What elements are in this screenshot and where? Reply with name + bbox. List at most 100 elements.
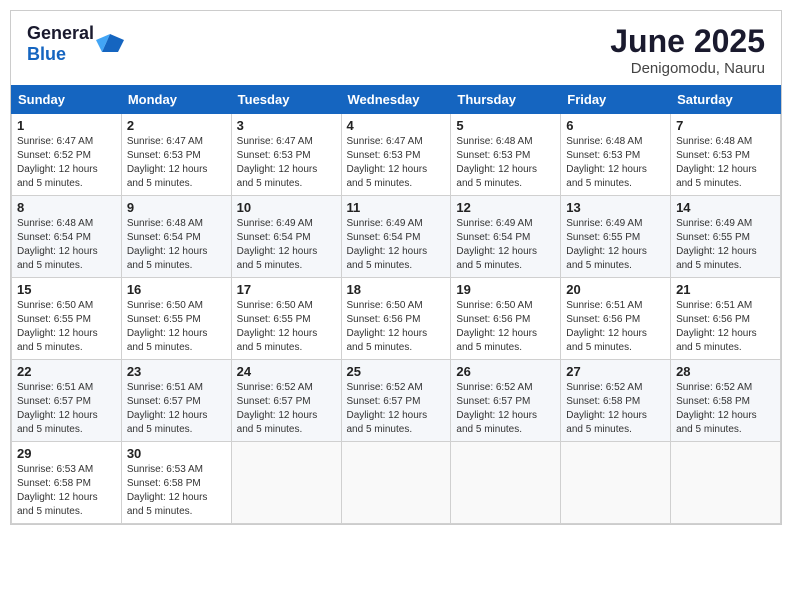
day-info: Sunrise: 6:52 AMSunset: 6:58 PMDaylight:…	[676, 381, 775, 437]
day-info: Sunrise: 6:52 AMSunset: 6:57 PMDaylight:…	[347, 381, 446, 437]
day-info: Sunrise: 6:49 AMSunset: 6:54 PMDaylight:…	[347, 217, 446, 273]
day-number: 3	[237, 118, 336, 133]
day-number: 18	[347, 282, 446, 297]
table-row: 30Sunrise: 6:53 AMSunset: 6:58 PMDayligh…	[121, 442, 231, 524]
col-wednesday: Wednesday	[341, 86, 451, 114]
logo-blue: Blue	[27, 44, 66, 64]
day-number: 20	[566, 282, 665, 297]
table-row: 22 Sunrise: 6:51 AMSunset: 6:57 PMDayligh…	[12, 360, 122, 442]
day-number: 27	[566, 364, 665, 379]
table-row: 18 Sunrise: 6:50 AMSunset: 6:56 PMDayligh…	[341, 278, 451, 360]
month-title: June 2025	[610, 23, 765, 60]
table-row: 23 Sunrise: 6:51 AMSunset: 6:57 PMDayligh…	[121, 360, 231, 442]
day-number: 12	[456, 200, 555, 215]
table-row	[231, 442, 341, 524]
day-info: Sunrise: 6:51 AMSunset: 6:56 PMDaylight:…	[676, 299, 775, 355]
table-row: 10 Sunrise: 6:49 AMSunset: 6:54 PMDayligh…	[231, 196, 341, 278]
table-row: 11 Sunrise: 6:49 AMSunset: 6:54 PMDayligh…	[341, 196, 451, 278]
table-row: 8Sunrise: 6:48 AMSunset: 6:54 PMDaylight…	[12, 196, 122, 278]
calendar-table: Sunday Monday Tuesday Wednesday Thursday…	[11, 85, 781, 524]
day-number: 5	[456, 118, 555, 133]
table-row: 25 Sunrise: 6:52 AMSunset: 6:57 PMDayligh…	[341, 360, 451, 442]
day-number: 9	[127, 200, 226, 215]
day-info: Sunrise: 6:51 AMSunset: 6:57 PMDaylight:…	[127, 381, 226, 437]
table-row: 19 Sunrise: 6:50 AMSunset: 6:56 PMDayligh…	[451, 278, 561, 360]
header: General Blue June 2025 Denigomodu, Nauru	[11, 11, 781, 85]
day-info: Sunrise: 6:50 AMSunset: 6:55 PMDaylight:…	[127, 299, 226, 355]
day-number: 8	[17, 200, 116, 215]
table-row	[671, 442, 781, 524]
day-number: 30	[127, 446, 226, 461]
day-info: Sunrise: 6:50 AMSunset: 6:56 PMDaylight:…	[456, 299, 555, 355]
table-row	[451, 442, 561, 524]
table-row: 6Sunrise: 6:48 AMSunset: 6:53 PMDaylight…	[561, 114, 671, 196]
day-info: Sunrise: 6:47 AMSunset: 6:53 PMDaylight:…	[347, 135, 446, 191]
table-row: 24Sunrise: 6:52 AMSunset: 6:57 PMDayligh…	[231, 360, 341, 442]
calendar-week-row: 29 Sunrise: 6:53 AMSunset: 6:58 PMDayligh…	[12, 442, 781, 524]
day-number: 13	[566, 200, 665, 215]
col-tuesday: Tuesday	[231, 86, 341, 114]
day-info: Sunrise: 6:49 AMSunset: 6:54 PMDaylight:…	[456, 217, 555, 273]
table-row: 4Sunrise: 6:47 AMSunset: 6:53 PMDaylight…	[341, 114, 451, 196]
day-info: Sunrise: 6:48 AMSunset: 6:54 PMDaylight:…	[127, 217, 226, 273]
table-row	[561, 442, 671, 524]
day-number: 21	[676, 282, 775, 297]
calendar-header-row: Sunday Monday Tuesday Wednesday Thursday…	[12, 86, 781, 114]
calendar-week-row: 8 Sunrise: 6:48 AMSunset: 6:54 PMDaylight…	[12, 196, 781, 278]
day-info: Sunrise: 6:50 AMSunset: 6:56 PMDaylight:…	[347, 299, 446, 355]
day-info: Sunrise: 6:51 AMSunset: 6:57 PMDaylight:…	[17, 381, 116, 437]
day-info: Sunrise: 6:49 AMSunset: 6:55 PMDaylight:…	[676, 217, 775, 273]
day-number: 11	[347, 200, 446, 215]
day-info: Sunrise: 6:52 AMSunset: 6:57 PMDaylight:…	[456, 381, 555, 437]
day-number: 29	[17, 446, 116, 461]
day-number: 19	[456, 282, 555, 297]
logo-general: General	[27, 23, 94, 43]
table-row: 13 Sunrise: 6:49 AMSunset: 6:55 PMDayligh…	[561, 196, 671, 278]
table-row: 5 Sunrise: 6:48 AMSunset: 6:53 PMDaylight…	[451, 114, 561, 196]
day-number: 10	[237, 200, 336, 215]
table-row: 12 Sunrise: 6:49 AMSunset: 6:54 PMDayligh…	[451, 196, 561, 278]
day-info: Sunrise: 6:49 AMSunset: 6:54 PMDaylight:…	[237, 217, 336, 273]
day-info: Sunrise: 6:51 AMSunset: 6:56 PMDaylight:…	[566, 299, 665, 355]
day-info: Sunrise: 6:48 AMSunset: 6:53 PMDaylight:…	[676, 135, 775, 191]
calendar-week-row: 1Sunrise: 6:47 AMSunset: 6:52 PMDaylight…	[12, 114, 781, 196]
calendar-week-row: 22 Sunrise: 6:51 AMSunset: 6:57 PMDayligh…	[12, 360, 781, 442]
day-number: 22	[17, 364, 116, 379]
day-number: 25	[347, 364, 446, 379]
day-number: 7	[676, 118, 775, 133]
day-info: Sunrise: 6:53 AMSunset: 6:58 PMDaylight:…	[17, 463, 116, 519]
day-number: 28	[676, 364, 775, 379]
day-info: Sunrise: 6:52 AMSunset: 6:58 PMDaylight:…	[566, 381, 665, 437]
day-info: Sunrise: 6:50 AMSunset: 6:55 PMDaylight:…	[17, 299, 116, 355]
col-monday: Monday	[121, 86, 231, 114]
title-area: June 2025 Denigomodu, Nauru	[610, 23, 765, 77]
col-friday: Friday	[561, 86, 671, 114]
table-row: 29 Sunrise: 6:53 AMSunset: 6:58 PMDayligh…	[12, 442, 122, 524]
day-number: 17	[237, 282, 336, 297]
calendar-page: General Blue June 2025 Denigomodu, Nauru…	[10, 10, 782, 525]
table-row: 28 Sunrise: 6:52 AMSunset: 6:58 PMDayligh…	[671, 360, 781, 442]
logo: General Blue	[27, 23, 124, 65]
table-row: 21 Sunrise: 6:51 AMSunset: 6:56 PMDayligh…	[671, 278, 781, 360]
day-info: Sunrise: 6:49 AMSunset: 6:55 PMDaylight:…	[566, 217, 665, 273]
day-info: Sunrise: 6:47 AMSunset: 6:53 PMDaylight:…	[127, 135, 226, 191]
table-row: 16Sunrise: 6:50 AMSunset: 6:55 PMDayligh…	[121, 278, 231, 360]
day-info: Sunrise: 6:52 AMSunset: 6:57 PMDaylight:…	[237, 381, 336, 437]
day-info: Sunrise: 6:48 AMSunset: 6:53 PMDaylight:…	[456, 135, 555, 191]
table-row: 15Sunrise: 6:50 AMSunset: 6:55 PMDayligh…	[12, 278, 122, 360]
day-number: 1	[17, 118, 116, 133]
col-sunday: Sunday	[12, 86, 122, 114]
table-row: 14Sunrise: 6:49 AMSunset: 6:55 PMDayligh…	[671, 196, 781, 278]
table-row: 7 Sunrise: 6:48 AMSunset: 6:53 PMDaylight…	[671, 114, 781, 196]
day-number: 6	[566, 118, 665, 133]
day-number: 23	[127, 364, 226, 379]
day-number: 26	[456, 364, 555, 379]
table-row: 27 Sunrise: 6:52 AMSunset: 6:58 PMDayligh…	[561, 360, 671, 442]
table-row: 20 Sunrise: 6:51 AMSunset: 6:56 PMDayligh…	[561, 278, 671, 360]
table-row: 3Sunrise: 6:47 AMSunset: 6:53 PMDaylight…	[231, 114, 341, 196]
col-saturday: Saturday	[671, 86, 781, 114]
day-number: 2	[127, 118, 226, 133]
table-row: 9 Sunrise: 6:48 AMSunset: 6:54 PMDaylight…	[121, 196, 231, 278]
col-thursday: Thursday	[451, 86, 561, 114]
table-row: 1Sunrise: 6:47 AMSunset: 6:52 PMDaylight…	[12, 114, 122, 196]
